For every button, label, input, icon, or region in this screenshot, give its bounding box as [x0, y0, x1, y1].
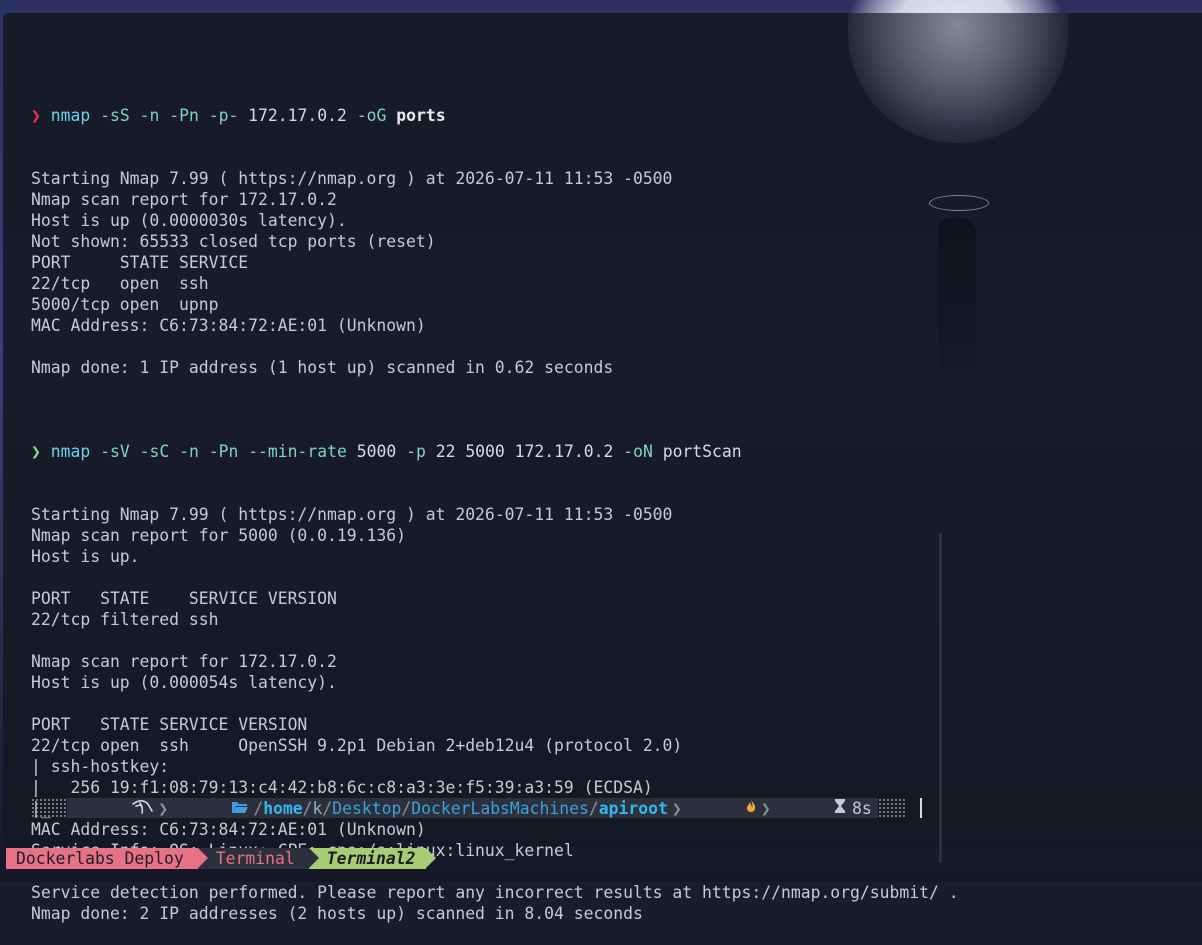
- output-line: Nmap scan report for 172.17.0.2: [31, 190, 337, 209]
- command-arg: 22 5000 172.17.0.2: [425, 442, 624, 461]
- command-duration: 8s: [852, 798, 872, 818]
- path-sep: /: [401, 798, 412, 818]
- chevron-right-icon: ❯: [158, 798, 169, 818]
- command-name: nmap: [50, 442, 91, 461]
- command-flag: -sV: [100, 442, 130, 461]
- tab-terminal[interactable]: Terminal: [197, 848, 319, 869]
- command-arg: [199, 106, 209, 125]
- prompt-arrow-error-icon: ❯: [31, 106, 41, 125]
- folder-open-icon: [172, 780, 249, 837]
- path-part-user: k: [312, 798, 323, 818]
- hourglass-icon: [775, 779, 846, 837]
- command-flag: --min-rate: [248, 442, 347, 461]
- command-arg: portScan: [652, 442, 742, 461]
- command-arg: [130, 106, 140, 125]
- command-args: -sV -sC -n -Pn --min-rate 5000 -p 22 500…: [90, 442, 742, 461]
- output-line: Service detection performed. Please repo…: [31, 883, 959, 902]
- output-line: 5000/tcp open upnp: [31, 295, 219, 314]
- chevron-right-icon: ❯: [760, 798, 771, 818]
- command-arg: [90, 442, 100, 461]
- tab-label: Terminal2: [326, 849, 416, 868]
- command-flag: -n: [139, 106, 160, 125]
- output-line: PORT STATE SERVICE: [31, 253, 249, 272]
- path-part-desktop: Desktop: [332, 798, 402, 818]
- prompt-os-segment: ❯ / home / k / Desktop / DockerLabsMachines / api…: [67, 798, 878, 818]
- chevron-right-icon: ❯: [671, 798, 682, 818]
- command-arg: [130, 442, 140, 461]
- command-name: nmap: [50, 106, 91, 125]
- command-output-1: Starting Nmap 7.99 ( https://nmap.org ) …: [31, 168, 959, 399]
- command-arg: 5000: [346, 442, 407, 461]
- output-line: Host is up (0.0000030s latency).: [31, 211, 347, 230]
- command-flag: -p: [406, 442, 426, 461]
- path-part-machines: DockerLabsMachines: [411, 798, 589, 818]
- tab-terminal2[interactable]: Terminal2: [308, 848, 436, 869]
- output-line: Starting Nmap 7.99 ( https://nmap.org ) …: [31, 169, 673, 188]
- output-line: MAC Address: C6:73:84:72:AE:01 (Unknown): [31, 316, 426, 335]
- command-flag: -Pn: [169, 106, 199, 125]
- command-arg: [159, 106, 169, 125]
- command-arg: [169, 442, 179, 461]
- kali-dragon-icon: [73, 779, 154, 837]
- command-flag: -n: [179, 442, 199, 461]
- tmux-tab-bar: Dockerlabs Deploy Terminal Terminal2: [6, 848, 436, 869]
- text-cursor: [919, 798, 922, 818]
- output-line: PORT STATE SERVICE VERSION: [31, 589, 337, 608]
- tab-dockerlabs-deploy[interactable]: Dockerlabs Deploy: [6, 848, 208, 869]
- prompt-dots-right: [877, 798, 906, 818]
- output-line: 22/tcp open ssh OpenSSH 9.2p1 Debian 2+d…: [31, 736, 683, 755]
- command-flag: -oG: [356, 106, 387, 125]
- command-flag: -oN: [623, 442, 653, 461]
- command-flag: -sC: [139, 442, 170, 461]
- shell-prompt: ❯ / home / k / Desktop / DockerLabsMachines / api…: [31, 797, 922, 819]
- tab-arrow-cap: [308, 848, 319, 868]
- command-flag: -sS: [100, 106, 130, 125]
- output-line: | ssh-hostkey:: [31, 757, 180, 776]
- path-sep: /: [322, 798, 333, 818]
- tab-arrow-cap: [197, 848, 208, 868]
- path-root-sep: /: [253, 798, 264, 818]
- output-line: PORT STATE SERVICE VERSION: [31, 715, 308, 734]
- command-arg: [199, 442, 209, 461]
- output-line: Host is up.: [31, 547, 140, 566]
- command-line-1: ❯ nmap -sS -n -Pn -p- 172.17.0.2 -oG por…: [31, 105, 959, 126]
- output-line: Nmap done: 2 IP addresses (2 hosts up) s…: [31, 904, 643, 923]
- command-arg: [238, 442, 248, 461]
- command-arg: 172.17.0.2: [238, 106, 357, 125]
- tab-label: Terminal: [215, 849, 295, 868]
- output-line: 22/tcp open ssh: [31, 274, 209, 293]
- command-arg: [90, 106, 100, 125]
- output-line: Nmap scan report for 172.17.0.2: [31, 652, 337, 671]
- command-line-2: ❯ nmap -sV -sC -n -Pn --min-rate 5000 -p…: [31, 441, 959, 462]
- path-sep: /: [302, 798, 313, 818]
- command-arg: [386, 106, 396, 125]
- command-flag: -Pn: [208, 442, 239, 461]
- output-line: Starting Nmap 7.99 ( https://nmap.org ) …: [31, 505, 673, 524]
- prompt-dots-left: [31, 798, 67, 818]
- path-part-home: home: [263, 798, 303, 818]
- output-line: Nmap done: 1 IP address (1 host up) scan…: [31, 358, 614, 377]
- fire-icon: [686, 779, 757, 837]
- command-args: -sS -n -Pn -p- 172.17.0.2 -oG ports: [90, 106, 445, 125]
- path-sep: /: [588, 798, 599, 818]
- command-flag: -p-: [208, 106, 239, 125]
- output-line: Nmap scan report for 5000 (0.0.19.136): [31, 526, 406, 545]
- tab-arrow-cap: [425, 848, 436, 868]
- output-line: 22/tcp filtered ssh: [31, 610, 219, 629]
- command-arg: ports: [396, 106, 446, 125]
- prompt-arrow-ok-icon: ❯: [31, 442, 41, 461]
- path-current-dir: apiroot: [598, 798, 668, 818]
- output-line: Not shown: 65533 closed tcp ports (reset…: [31, 232, 436, 251]
- tab-label: Dockerlabs Deploy: [16, 849, 184, 868]
- output-line: Host is up (0.000054s latency).: [31, 673, 337, 692]
